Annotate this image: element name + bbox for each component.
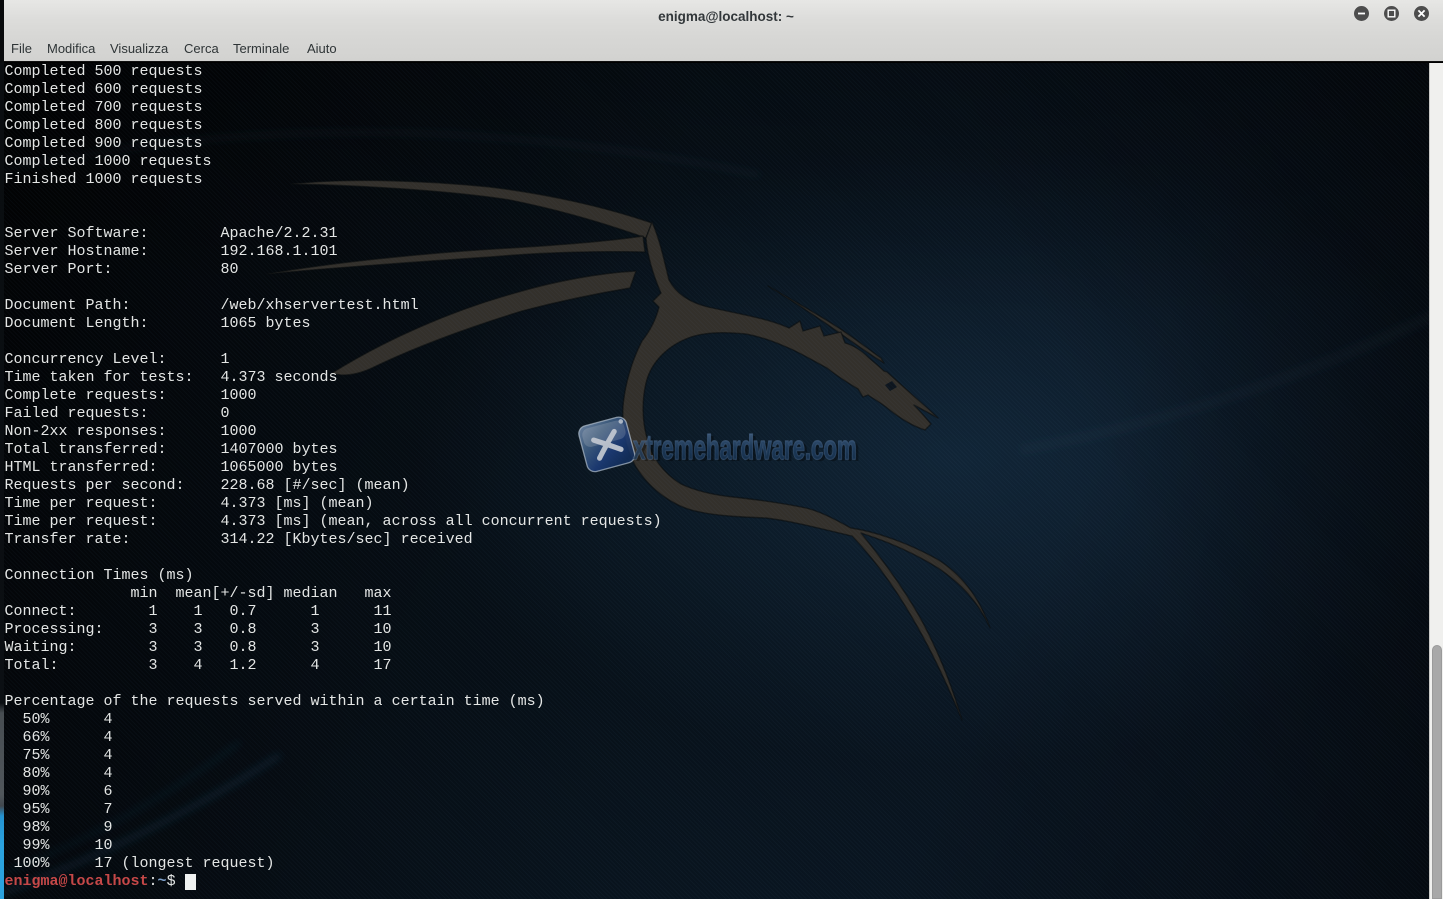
svg-text:xtremehardware.com: xtremehardware.com — [633, 429, 857, 467]
